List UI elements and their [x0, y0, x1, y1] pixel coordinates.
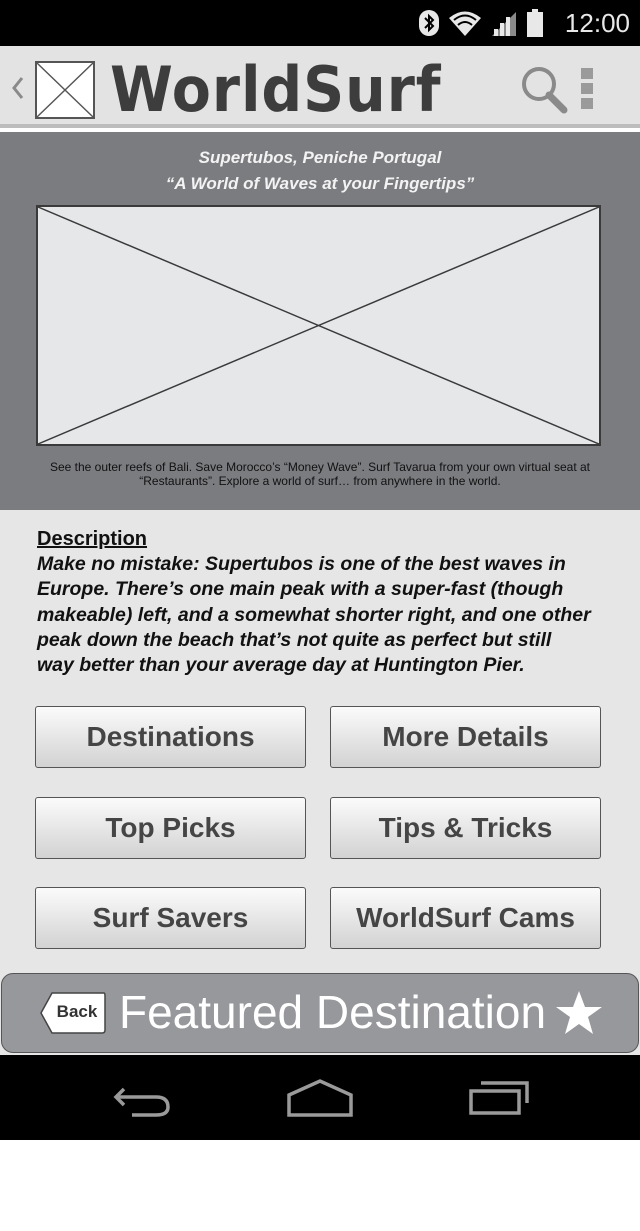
destinations-button[interactable]: Destinations	[35, 706, 306, 768]
wifi-icon	[449, 11, 481, 36]
system-nav-bar	[0, 1055, 640, 1140]
recent-apps-icon[interactable]	[467, 1077, 531, 1119]
signal-icon	[492, 12, 516, 36]
description-line: Make no mistake: Supertubos is one of th…	[37, 553, 566, 575]
description-body: Make no mistake: Supertubos is one of th…	[37, 552, 612, 678]
home-nav-icon[interactable]	[286, 1077, 354, 1119]
hero-image-placeholder	[36, 205, 601, 446]
hero-section: Supertubos, Peniche Portugal “A World of…	[0, 132, 640, 510]
star-icon[interactable]	[555, 990, 603, 1036]
description-line: way better than your average day at Hunt…	[37, 654, 525, 677]
action-bar: WorldSurf	[0, 46, 640, 128]
status-bar: 12:00	[0, 0, 640, 46]
worldsurf-cams-button[interactable]: WorldSurf Cams	[330, 887, 601, 949]
more-details-button[interactable]: More Details	[330, 706, 601, 768]
hero-caption-line: See the outer reefs of Bali. Save Morocc…	[49, 460, 591, 474]
featured-title: Featured Destination	[119, 986, 547, 1038]
top-picks-button[interactable]: Top Picks	[35, 797, 306, 859]
bluetooth-icon	[419, 10, 439, 36]
status-icons	[418, 8, 544, 38]
description-line: Europe. There’s one main peak with a sup…	[37, 578, 564, 601]
featured-destination-bar[interactable]: Back Featured Destination	[1, 973, 639, 1053]
battery-icon	[527, 9, 543, 37]
hero-tagline: “A World of Waves at your Fingertips”	[165, 174, 475, 193]
back-nav-icon[interactable]	[110, 1077, 174, 1119]
search-icon[interactable]	[518, 64, 570, 116]
status-time: 12:00	[564, 8, 630, 38]
hero-caption: See the outer reefs of Bali. Save Morocc…	[40, 460, 600, 488]
hero-location: Supertubos, Peniche Portugal	[198, 148, 442, 167]
hero-caption-line: “Restaurants”. Explore a world of surf… …	[139, 474, 501, 488]
description-line: makeable) left, and a somewhat shorter r…	[37, 603, 591, 626]
description-line: peak down the beach that’s not quite as …	[37, 628, 552, 651]
app-logo-placeholder[interactable]	[35, 61, 95, 119]
surf-savers-button[interactable]: Surf Savers	[35, 887, 306, 949]
tips-tricks-button[interactable]: Tips & Tricks	[330, 797, 601, 859]
app-title: WorldSurf	[110, 53, 442, 126]
back-button-label[interactable]: Back	[54, 1002, 100, 1022]
overflow-menu-icon[interactable]	[578, 66, 596, 112]
up-chevron-icon[interactable]	[6, 68, 28, 108]
description-heading: Description	[37, 528, 148, 550]
